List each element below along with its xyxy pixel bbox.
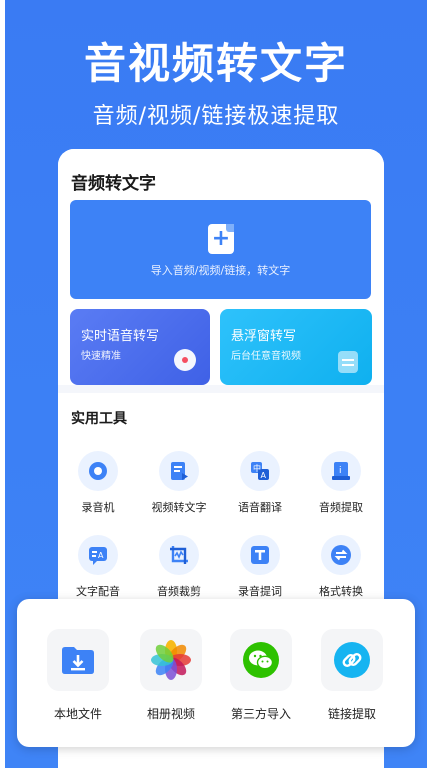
floating-title: 悬浮窗转写 xyxy=(231,329,297,344)
import-source-sheet: 本地文件 相册视频 第三方导入 链接提取 xyxy=(17,599,415,747)
audio-to-text-card: 音频转文字 + 导入音频/视频/链接，转文字 实时语音转写 快速精准 悬浮窗转写… xyxy=(58,149,384,385)
tool-label: 语音翻译 xyxy=(238,501,282,514)
tool-label: 音频提取 xyxy=(319,501,363,514)
tool-label: 视频转文字 xyxy=(151,501,207,514)
source-tile xyxy=(321,629,383,691)
svg-text:A: A xyxy=(261,471,267,480)
tool-voice-translate[interactable]: 中A 语音翻译 xyxy=(220,451,300,515)
tool-audio-crop[interactable]: 音频裁剪 xyxy=(139,535,219,599)
tool-video-to-text[interactable]: 视频转文字 xyxy=(139,451,219,515)
tool-label: 文字配音 xyxy=(76,585,120,598)
photos-icon xyxy=(151,640,191,680)
tool-format-convert[interactable]: 格式转换 xyxy=(301,535,381,599)
record-icon xyxy=(78,451,118,491)
realtime-title: 实时语音转写 xyxy=(81,329,160,344)
folder-download-icon xyxy=(62,647,94,674)
audio-extract-icon: i xyxy=(321,451,361,491)
teleprompter-icon xyxy=(240,535,280,575)
tools-title: 实用工具 xyxy=(71,411,127,427)
tool-label: 格式转换 xyxy=(319,585,363,598)
source-third-party[interactable]: 第三方导入 xyxy=(216,629,306,722)
source-tile xyxy=(230,629,292,691)
add-file-icon: + xyxy=(208,224,234,254)
wechat-icon xyxy=(243,642,279,678)
source-tile xyxy=(47,629,109,691)
video-text-icon xyxy=(159,451,199,491)
floating-subtitle: 后台任意音视频 xyxy=(231,351,301,362)
tool-teleprompter[interactable]: 录音提词 xyxy=(220,535,300,599)
link-icon xyxy=(334,642,370,678)
audio-crop-icon xyxy=(159,535,199,575)
source-label: 本地文件 xyxy=(53,707,102,721)
floating-window-icon xyxy=(338,351,358,373)
realtime-subtitle: 快速精准 xyxy=(81,351,121,362)
source-link-extract[interactable]: 链接提取 xyxy=(307,629,397,722)
tool-recorder[interactable]: 录音机 xyxy=(58,451,138,515)
realtime-transcribe-button[interactable]: 实时语音转写 快速精准 xyxy=(70,309,210,385)
tool-text-dub[interactable]: A 文字配音 xyxy=(58,535,138,599)
source-album-video[interactable]: 相册视频 xyxy=(126,629,216,722)
format-convert-icon xyxy=(321,535,361,575)
import-button[interactable]: + 导入音频/视频/链接，转文字 xyxy=(70,200,371,299)
card-title: 音频转文字 xyxy=(71,174,156,194)
floating-window-button[interactable]: 悬浮窗转写 后台任意音视频 xyxy=(220,309,372,385)
tool-label: 录音机 xyxy=(81,501,115,514)
source-label: 第三方导入 xyxy=(230,707,291,721)
text-dub-icon: A xyxy=(78,535,118,575)
source-label: 相册视频 xyxy=(146,707,195,721)
record-dot-icon xyxy=(174,349,196,371)
tool-audio-extract[interactable]: i 音频提取 xyxy=(301,451,381,515)
hero-subtitle: 音频/视频/链接极速提取 xyxy=(92,104,340,129)
svg-text:i: i xyxy=(339,466,342,476)
tool-label: 录音提词 xyxy=(238,585,282,598)
import-label: 导入音频/视频/链接，转文字 xyxy=(150,264,291,277)
svg-text:A: A xyxy=(98,551,104,560)
source-tile xyxy=(140,629,202,691)
hero-title: 音视频转文字 xyxy=(83,39,348,88)
source-label: 链接提取 xyxy=(327,707,376,721)
source-local-file[interactable]: 本地文件 xyxy=(33,629,123,722)
tool-label: 音频裁剪 xyxy=(157,585,201,598)
translate-icon: 中A xyxy=(240,451,280,491)
